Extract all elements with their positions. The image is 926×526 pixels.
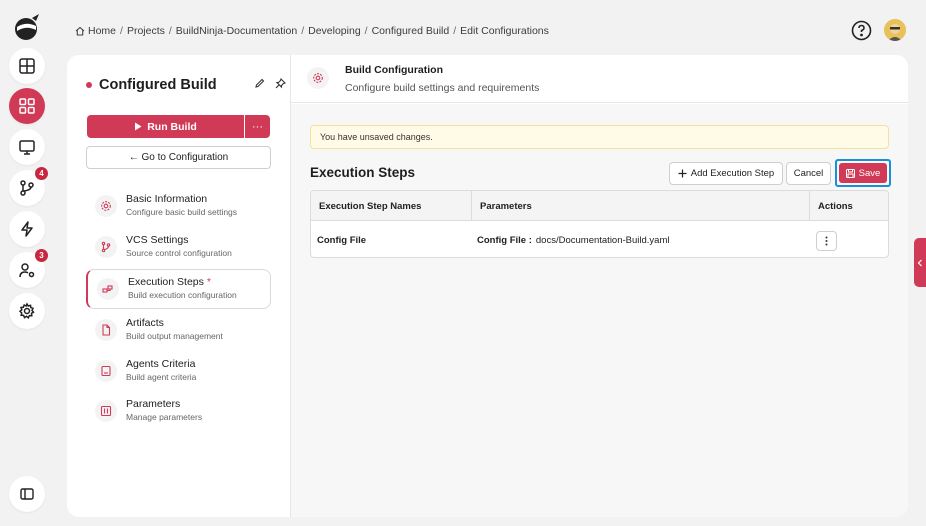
nav-artifacts[interactable]: Artifacts Build output management [86, 311, 271, 351]
users-count-badge: 3 [35, 249, 48, 262]
nav-description: Manage parameters [126, 412, 203, 422]
nav-description: Build output management [126, 331, 223, 341]
nav-vcs-settings[interactable]: VCS Settings Source control configuratio… [86, 228, 271, 268]
sidebar-toggle-icon[interactable] [9, 476, 45, 512]
build-title: Configured Build [99, 77, 217, 93]
nav-parameters[interactable]: Parameters Manage parameters [86, 392, 271, 432]
param-key: Config File : [477, 234, 532, 246]
save-label: Save [858, 167, 881, 179]
nav-description: Build agent criteria [126, 372, 197, 382]
content-header: Build Configuration Configure build sett… [291, 55, 908, 103]
add-step-label: Add Execution Step [690, 168, 775, 179]
breadcrumb-separator: / [364, 25, 368, 37]
nav-basic-information[interactable]: Basic Information Configure basic build … [86, 187, 271, 227]
nav-description: Source control configuration [126, 248, 232, 258]
breadcrumb-separator: / [120, 25, 123, 37]
breadcrumb: Home / Projects / BuildNinja-Documentati… [75, 24, 549, 38]
nav-agents-criteria[interactable]: Agents Criteria Build agent criteria [86, 352, 271, 392]
steps-icon [97, 278, 119, 300]
breadcrumb-current: Edit Configurations [460, 25, 549, 37]
monitor-icon[interactable] [9, 129, 45, 165]
nav-execution-steps[interactable]: Execution Steps * Build execution configu… [86, 269, 271, 309]
nav-description: Build execution configuration [128, 290, 237, 300]
save-disk-icon [845, 168, 855, 178]
branch-icon [95, 236, 117, 258]
unsaved-changes-alert: You have unsaved changes. [310, 125, 889, 149]
step-name: Config File [317, 234, 367, 246]
gear-icon [307, 67, 329, 89]
content-body: You have unsaved changes. Execution Step… [291, 104, 908, 517]
lightning-icon[interactable] [9, 211, 45, 247]
nav-label: Basic Information [126, 193, 208, 205]
row-actions-button[interactable] [816, 231, 837, 251]
step-parameters: Config File : docs/Documentation-Build.y… [477, 221, 670, 257]
projects-grid-icon[interactable] [9, 88, 45, 124]
breadcrumb-build[interactable]: Configured Build [372, 25, 450, 37]
column-header-actions: Actions [809, 191, 888, 221]
breadcrumb-separator: / [301, 25, 305, 37]
more-vertical-icon [825, 236, 828, 246]
add-execution-step-button[interactable]: Add Execution Step [669, 162, 783, 185]
nav-description: Configure basic build settings [126, 207, 238, 217]
help-icon[interactable] [851, 20, 872, 41]
param-value: docs/Documentation-Build.yaml [535, 234, 670, 246]
breadcrumb-separator: / [168, 25, 172, 37]
run-build-label: Run Build [147, 120, 197, 133]
table-header: Execution Step Names Parameters Actions [311, 191, 888, 221]
breadcrumb-separator: / [453, 25, 457, 37]
go-to-configuration-button[interactable]: ← Go to Configuration [86, 146, 271, 169]
gear-icon [95, 195, 117, 217]
nav-label: Parameters [126, 398, 181, 410]
status-dot [86, 82, 92, 88]
nav-label: Artifacts [126, 317, 164, 329]
home-icon[interactable] [75, 26, 85, 36]
nav-label: Agents Criteria [126, 358, 196, 370]
save-button-focus-ring: Save [835, 159, 891, 187]
content-title: Build Configuration [345, 64, 443, 76]
save-button[interactable]: Save [839, 163, 887, 183]
column-header-names: Execution Step Names [319, 200, 422, 212]
cancel-button[interactable]: Cancel [786, 162, 831, 185]
settings-gear-icon[interactable] [9, 293, 45, 329]
content-subtitle: Configure build settings and requirement… [345, 82, 540, 94]
column-header-parameters: Parameters [471, 191, 809, 221]
breadcrumb-project[interactable]: BuildNinja-Documentation [176, 25, 297, 37]
parameters-icon [95, 400, 117, 422]
nav-label: Execution Steps * [128, 276, 211, 288]
vcs-count-badge: 4 [35, 167, 48, 180]
unsaved-marker: * [206, 276, 211, 288]
user-settings-icon[interactable]: 3 [9, 249, 48, 288]
breadcrumb-home[interactable]: Home [88, 25, 116, 37]
run-options-button[interactable]: ··· [245, 115, 270, 138]
config-sidebar: Configured Build Run Build ··· ← Go to C… [67, 55, 291, 517]
monitor-icon [95, 360, 117, 382]
ninja-logo-icon[interactable] [11, 11, 43, 43]
run-build-button[interactable]: Run Build [87, 115, 244, 138]
breadcrumb-projects[interactable]: Projects [127, 25, 165, 37]
execution-steps-table: Execution Step Names Parameters Actions … [310, 190, 889, 258]
nav-label-text: Execution Steps [128, 276, 204, 288]
breadcrumb-branch[interactable]: Developing [308, 25, 361, 37]
git-branch-icon[interactable]: 4 [9, 167, 48, 206]
build-title-row: Configured Build [86, 76, 286, 94]
play-icon [135, 122, 142, 131]
user-avatar[interactable] [884, 19, 906, 41]
chevron-left-icon [917, 259, 922, 266]
content-area: Build Configuration Configure build sett… [291, 55, 908, 517]
app-rail: 4 3 [0, 0, 54, 526]
pin-icon[interactable] [275, 78, 286, 89]
dashboard-icon[interactable] [9, 48, 45, 84]
main-panel: Configured Build Run Build ··· ← Go to C… [67, 55, 908, 517]
edit-pencil-icon[interactable] [254, 78, 265, 89]
side-panel-toggle[interactable] [914, 238, 926, 287]
nav-label: VCS Settings [126, 234, 189, 246]
section-title: Execution Steps [310, 165, 416, 180]
file-icon [95, 319, 117, 341]
plus-icon [678, 169, 687, 178]
